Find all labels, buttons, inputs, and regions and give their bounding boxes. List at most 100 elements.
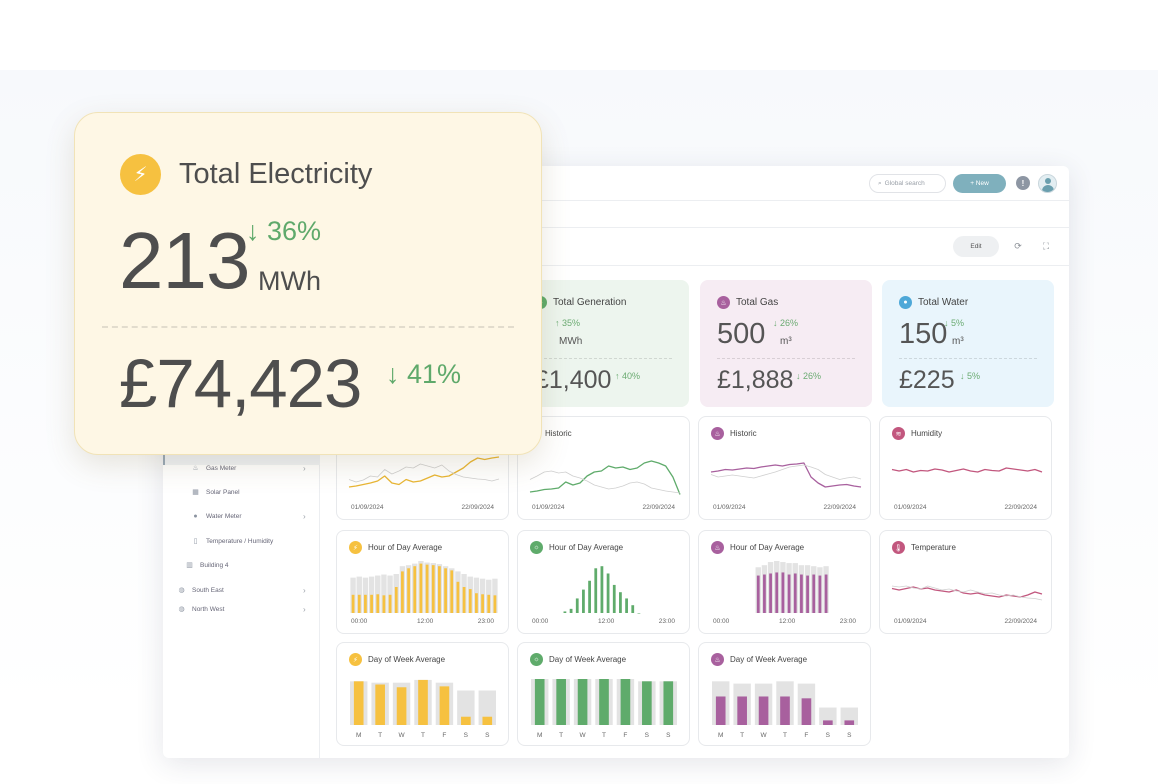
- kpi-total-gas[interactable]: ♨ Total Gas 500 ↓ 26% m³ £1,888 ↓ 26%: [700, 280, 872, 407]
- kpi-unit: m³: [780, 336, 792, 347]
- day-tick-label: M: [356, 732, 361, 739]
- generation-hour-of-day-card[interactable]: ☼ Hour of Day Average 00:00 12:00 23:00: [517, 530, 690, 634]
- notification-icon[interactable]: !: [1016, 176, 1030, 190]
- chevron-right-icon[interactable]: ›: [303, 460, 306, 476]
- day-tick-label: S: [666, 732, 671, 739]
- sidebar-item-label: Temperature / Humidity: [206, 537, 274, 545]
- kpi-cost: £1,400: [535, 366, 612, 394]
- bar: [600, 566, 604, 613]
- flame-icon: ♨: [711, 427, 724, 440]
- bar: [775, 572, 779, 613]
- global-search-input[interactable]: ⌕ Global search: [869, 174, 946, 193]
- sidebar-item[interactable]: ◍ North West: [177, 601, 224, 617]
- flame-icon: ♨: [711, 653, 724, 666]
- axis-mid-label: 12:00: [598, 618, 615, 625]
- bar: [800, 574, 803, 613]
- bar: [353, 681, 364, 725]
- edit-button[interactable]: Edit: [953, 236, 999, 257]
- search-icon: ⌕: [878, 179, 882, 187]
- chevron-right-icon[interactable]: ›: [303, 508, 306, 524]
- gas-hour-of-day-card[interactable]: ♨ Hour of Day Average 00:00 12:00 23:00: [698, 530, 871, 634]
- bar: [375, 684, 385, 725]
- bar: [824, 574, 828, 613]
- bar: [594, 568, 598, 613]
- humidity-card[interactable]: ≋ Humidity 01/09/2024 22/09/2024: [879, 416, 1052, 520]
- thermometer-icon: ▯: [193, 538, 198, 545]
- bar: [456, 581, 460, 613]
- kpi-divider: [717, 358, 855, 359]
- gas-day-of-week-card[interactable]: ♨ Day of Week Average M T W T F S S: [698, 642, 871, 746]
- flame-icon: ♨: [717, 296, 730, 309]
- kpi-unit: m³: [952, 336, 964, 347]
- bar: [407, 568, 410, 613]
- bar: [620, 679, 631, 725]
- axis-end-label: 22/09/2024: [1004, 504, 1037, 511]
- gas-hour-of-day-chart: [755, 561, 829, 613]
- bar: [569, 608, 573, 613]
- temperature-card[interactable]: 🌡 Temperature 01/09/2024 22/09/2024: [879, 530, 1052, 634]
- chevron-right-icon[interactable]: ›: [303, 582, 306, 598]
- sidebar-item[interactable]: ● Water Meter: [191, 508, 241, 524]
- day-tick-label: F: [804, 732, 808, 739]
- kpi-cost-change: 40%: [622, 371, 641, 381]
- user-avatar[interactable]: [1038, 174, 1057, 193]
- generation-day-of-week-card[interactable]: ☼ Day of Week Average M T W T F S S: [517, 642, 690, 746]
- axis-mid-label: 12:00: [417, 618, 434, 625]
- day-tick-label: T: [559, 732, 563, 739]
- sidebar-item[interactable]: ▯ Temperature / Humidity: [191, 533, 274, 549]
- card-title: Day of Week Average: [368, 655, 446, 664]
- fullscreen-icon[interactable]: ⛶: [1040, 240, 1052, 252]
- bar: [737, 696, 747, 725]
- chevron-right-icon[interactable]: ›: [303, 601, 306, 617]
- generation-historic-card[interactable]: ☼ Historic 01/09/2024 22/09/2024: [517, 416, 690, 520]
- kpi-cost-change: 26%: [803, 371, 822, 381]
- bar: [493, 595, 497, 613]
- gas-historic-chart: [710, 462, 862, 488]
- bar: [637, 613, 641, 614]
- electricity-hour-of-day-card[interactable]: ⚡ Hour of Day Average 00:00 12:00 23:00: [336, 530, 509, 634]
- bar: [462, 587, 466, 613]
- total-electricity-overlay-card[interactable]: ⚡ Total Electricity 213 ↓ 36% MWh £74,42…: [74, 112, 542, 455]
- axis-start-label: 00:00: [532, 618, 549, 625]
- bar: [357, 594, 361, 613]
- kpi-total-generation[interactable]: ☼ Total Generation 4 ↑ 35% MWh £1,400 ↑ …: [515, 280, 689, 407]
- day-tick-label: S: [847, 732, 852, 739]
- refresh-icon[interactable]: ⟳: [1012, 240, 1024, 252]
- bar: [642, 681, 652, 725]
- gas-historic-card[interactable]: ♨ Historic 01/09/2024 22/09/2024: [698, 416, 871, 520]
- kpi-value: 500: [717, 318, 766, 350]
- axis-end-label: 22/09/2024: [823, 504, 856, 511]
- sidebar-item[interactable]: ♨ Gas Meter: [191, 460, 236, 476]
- kpi-unit: MWh: [559, 336, 583, 347]
- arrow-up-icon: ↑: [555, 318, 560, 328]
- bar: [450, 570, 454, 613]
- bar: [793, 573, 797, 613]
- arrow-down-icon: ↓: [944, 318, 949, 328]
- axis-end-label: 23:00: [477, 618, 494, 625]
- overlay-value: 213: [119, 216, 250, 305]
- bar: [563, 611, 567, 613]
- sidebar-item[interactable]: ▦ Solar Panel: [191, 484, 239, 500]
- day-tick-label: T: [378, 732, 382, 739]
- axis-start-label: 00:00: [351, 618, 368, 625]
- kpi-total-water[interactable]: ● Total Water 150 ↓ 5% m³ £225 ↓ 5%: [882, 280, 1054, 407]
- thermometer-icon: 🌡: [892, 541, 905, 554]
- arrow-down-icon: ↓: [796, 371, 801, 381]
- bar: [439, 686, 450, 725]
- overlay-cost: £74,423: [119, 345, 362, 422]
- bar: [619, 592, 622, 613]
- bar: [419, 563, 423, 613]
- overlay-title: Total Electricity: [179, 158, 373, 190]
- new-button[interactable]: + New: [953, 174, 1006, 193]
- kpi-cost: £1,888: [717, 366, 794, 394]
- electricity-day-of-week-card[interactable]: ⚡ Day of Week Average M T W T F S S: [336, 642, 509, 746]
- generation-historic-chart: [529, 460, 681, 495]
- sidebar-item[interactable]: ◍ South East: [177, 582, 223, 598]
- series-line: [529, 470, 681, 494]
- card-title: Day of Week Average: [549, 655, 627, 664]
- sidebar-item[interactable]: ▥ Building 4: [185, 557, 228, 573]
- axis-mid-label: 12:00: [779, 618, 796, 625]
- overlay-divider: [102, 326, 514, 328]
- humidity-chart: [891, 467, 1043, 473]
- axis-end-label: 23:00: [839, 618, 856, 625]
